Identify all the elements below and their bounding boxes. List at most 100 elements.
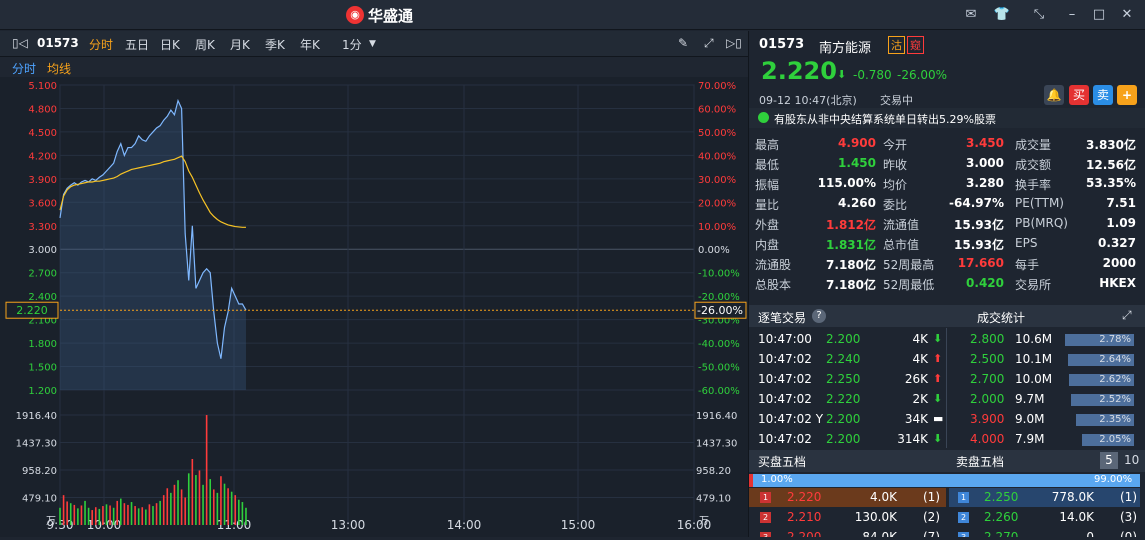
stat-value: 7.51 bbox=[1106, 196, 1136, 210]
skin-icon[interactable]: 👕 bbox=[993, 6, 1011, 24]
stat-label: 总股本 bbox=[755, 278, 792, 292]
ask-volume: 0 bbox=[1086, 530, 1094, 537]
stat-volume: 10.6M bbox=[1015, 332, 1053, 346]
trades-title: 逐笔交易 bbox=[758, 311, 807, 325]
volume-bar bbox=[159, 500, 161, 525]
ask-row[interactable]: 1 2.250 778.0K (1) bbox=[949, 488, 1140, 507]
trade-time: 10:47:02 Y bbox=[758, 412, 824, 426]
ask-book-title: 卖盘五档 bbox=[956, 455, 1005, 469]
trades-header: 逐笔交易 ? 成交统计 ⤢ bbox=[749, 305, 1145, 327]
mail-icon[interactable]: ✉ bbox=[962, 6, 980, 24]
stat-label: 总市值 bbox=[883, 238, 920, 252]
close-icon[interactable]: ✕ bbox=[1118, 6, 1136, 24]
trade-time: 10:47:02 bbox=[758, 392, 812, 406]
bid-row[interactable]: 3 2.200 84.0K (7) bbox=[749, 528, 946, 537]
stat-price: 3.900 bbox=[970, 412, 1005, 426]
panel-toggle-icon[interactable]: ▷▯ bbox=[726, 36, 742, 52]
volume-tick-label-right: 479.10 bbox=[696, 494, 731, 505]
chart-toolbar: ▯◁ 01573 分时 五日 日K 周K 月K 季K 年K 1分 ▼ ✎ ⤢ ▷… bbox=[0, 31, 748, 57]
volume-bar bbox=[87, 507, 90, 525]
pct-tick-label: 30.00% bbox=[698, 175, 736, 186]
help-icon[interactable]: ? bbox=[812, 309, 826, 323]
notice-dot-icon bbox=[758, 112, 769, 123]
buy-button[interactable]: 买 bbox=[1069, 85, 1089, 105]
volume-bar bbox=[191, 458, 194, 525]
tab-yearly-k[interactable]: 年K bbox=[300, 36, 320, 52]
stat-label: EPS bbox=[1015, 236, 1038, 250]
stat-value: 3.000 bbox=[966, 156, 1004, 170]
pct-tick-label: -10.00% bbox=[698, 269, 740, 280]
draw-icon[interactable]: ✎ bbox=[678, 36, 688, 52]
stat-volume: 7.9M bbox=[1015, 432, 1045, 446]
trade-volume: 2K bbox=[912, 392, 928, 406]
trading-status: 交易中 bbox=[880, 94, 913, 107]
stat-price: 2.000 bbox=[970, 392, 1005, 406]
tab-intraday[interactable]: 分时 bbox=[89, 36, 113, 52]
bid-row[interactable]: 2 2.210 130.0K (2) bbox=[749, 508, 946, 527]
trade-time: 10:47:02 bbox=[758, 352, 812, 366]
stat-label: 成交量 bbox=[1015, 138, 1052, 152]
notice-bar[interactable]: 有股东从非中央结算系统单日转出5.29%股票 bbox=[749, 108, 1145, 128]
level-5-button[interactable]: 5 bbox=[1100, 452, 1118, 469]
bid-row[interactable]: 1 2.220 4.0K (1) bbox=[749, 488, 946, 507]
tab-five-day[interactable]: 五日 bbox=[125, 36, 149, 52]
chevron-down-icon[interactable]: ▼ bbox=[369, 39, 376, 55]
stat-value: 1.450 bbox=[838, 156, 876, 170]
volume-bar bbox=[209, 479, 212, 525]
order-book: 1 2.220 4.0K (1) 2 2.210 130.0K (2) 3 2.200 84.0K (… bbox=[749, 488, 1145, 537]
minimize-icon[interactable]: – bbox=[1063, 6, 1081, 24]
stat-label: 外盘 bbox=[755, 218, 780, 232]
expand-icon[interactable]: ⤢ bbox=[1122, 308, 1132, 323]
intraday-chart[interactable]: 5.100 70.00% 4.800 60.00% 4.500 50.00% 4.200 40… bbox=[0, 77, 748, 537]
bid-volume: 4.0K bbox=[870, 490, 897, 504]
stat-value: 4.260 bbox=[838, 196, 876, 210]
sidebar-toggle-icon[interactable]: ▯◁ bbox=[12, 36, 28, 50]
volume-bar bbox=[162, 495, 165, 525]
ask-row[interactable]: 2 2.260 14.0K (3) bbox=[949, 508, 1140, 527]
volume-tick-label: 1437.30 bbox=[16, 439, 57, 450]
stat-volume: 10.0M bbox=[1015, 372, 1053, 386]
fullscreen-icon[interactable]: ⤢ bbox=[704, 36, 714, 52]
arrow-flat-icon: ▬ bbox=[933, 412, 944, 425]
shrink-icon[interactable]: ⤡ bbox=[1030, 6, 1048, 24]
volume-bar bbox=[102, 506, 104, 525]
price-tick-label: 3.900 bbox=[28, 175, 57, 186]
tab-weekly-k[interactable]: 周K bbox=[195, 36, 215, 52]
bid-level: 3 bbox=[760, 532, 771, 537]
tab-quarterly-k[interactable]: 季K bbox=[265, 36, 285, 52]
subtab-average[interactable]: 均线 bbox=[47, 60, 71, 77]
add-watchlist-button[interactable]: + bbox=[1117, 85, 1137, 105]
tab-monthly-k[interactable]: 月K bbox=[230, 36, 250, 52]
bid-price: 2.200 bbox=[787, 530, 822, 537]
trade-time: 10:47:00 bbox=[758, 332, 812, 346]
stat-value: 0.420 bbox=[966, 276, 1004, 290]
volume-bar bbox=[223, 483, 226, 525]
trade-price: 2.240 bbox=[826, 352, 861, 366]
alert-bell-icon[interactable]: 🔔 bbox=[1044, 85, 1064, 105]
price-tick-label: 1.800 bbox=[28, 339, 57, 350]
trade-volume: 4K bbox=[912, 332, 928, 346]
maximize-icon[interactable]: □ bbox=[1090, 6, 1108, 24]
trade-volume: 4K bbox=[912, 352, 928, 366]
volume-bar bbox=[109, 505, 111, 525]
sell-button[interactable]: 卖 bbox=[1093, 85, 1113, 105]
subtab-intraday[interactable]: 分时 bbox=[12, 60, 36, 77]
tab-daily-k[interactable]: 日K bbox=[160, 36, 180, 52]
trade-volume: 26K bbox=[904, 372, 928, 386]
stat-label: 昨收 bbox=[883, 158, 908, 172]
app-logo: ◉ 华盛通 bbox=[346, 5, 413, 25]
level-10-button[interactable]: 10 bbox=[1124, 453, 1139, 467]
volume-bar bbox=[62, 495, 65, 525]
bid-count: (7) bbox=[923, 530, 940, 537]
stock-name: 南方能源 bbox=[819, 41, 872, 56]
stat-price: 2.700 bbox=[970, 372, 1005, 386]
interval-select[interactable]: 1分 bbox=[342, 36, 362, 52]
price-tick-label: 4.500 bbox=[28, 128, 57, 139]
stat-value: 1.831亿 bbox=[826, 238, 876, 252]
volume-bar bbox=[119, 498, 122, 525]
volume-bar bbox=[195, 475, 197, 525]
stat-value: 12.56亿 bbox=[1086, 158, 1136, 172]
pct-tick-label: 0.00% bbox=[698, 245, 730, 256]
ask-count: (3) bbox=[1120, 510, 1137, 524]
ask-row[interactable]: 3 2.270 0 (0) bbox=[949, 528, 1140, 537]
